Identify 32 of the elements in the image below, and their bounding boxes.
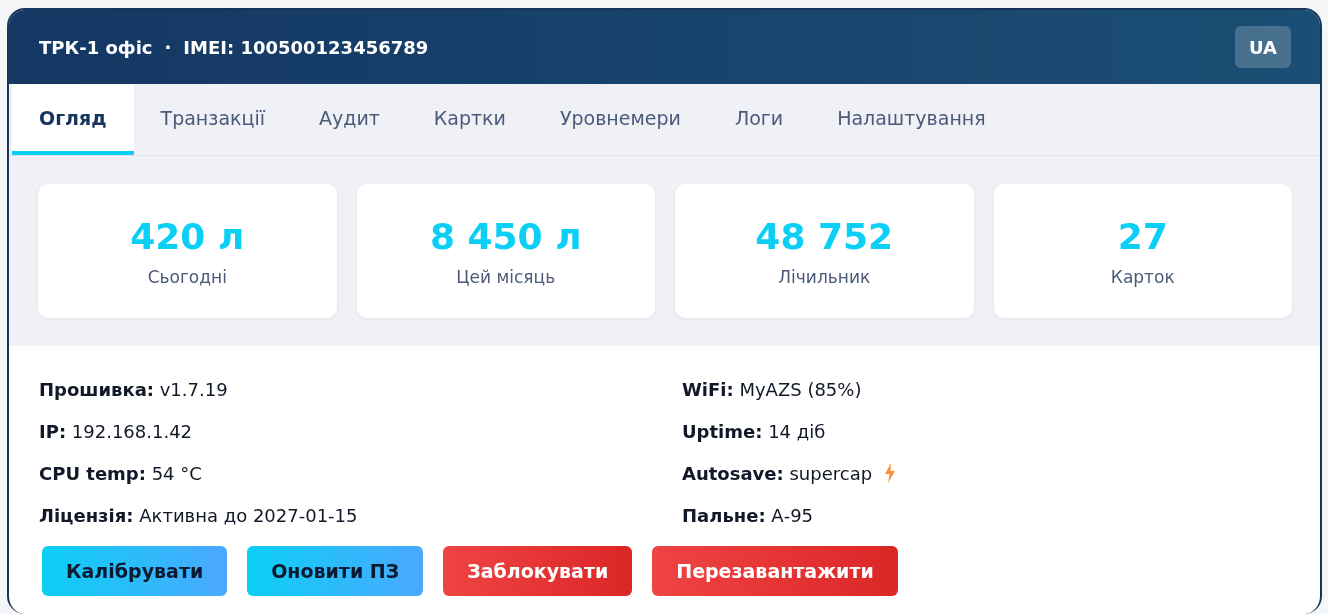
tab[interactable]: Аудит	[292, 84, 407, 155]
tab[interactable]: Транзакції	[133, 84, 292, 155]
stat-value: 8 450 л	[429, 215, 582, 257]
separator-dot: ·	[164, 36, 172, 58]
stat-label: Сьогодні	[147, 266, 227, 287]
lightning-icon	[884, 463, 897, 483]
info-line: Прошивка: v1.7.19	[39, 378, 228, 400]
info-line: CPU temp: 54 °C	[39, 462, 202, 484]
tab[interactable]: Огляд	[12, 84, 134, 155]
info-line: IP: 192.168.1.42	[39, 420, 193, 442]
tab[interactable]: Налаштування	[810, 84, 1013, 155]
stat-value: 420 л	[130, 215, 245, 257]
info-line: Autosave: supercap	[682, 462, 873, 484]
stat-value: 48 752	[755, 215, 894, 257]
stat-label: Цей місяць	[456, 266, 556, 287]
info-line: WiFi: MyAZS (85%)	[682, 378, 862, 400]
action-button[interactable]: Калібрувати	[42, 546, 228, 596]
language-button[interactable]: UA	[1235, 26, 1291, 68]
info-line: Ліцензія: Активна до 2027-01-15	[39, 504, 358, 526]
stat-label: Карток	[1110, 266, 1175, 287]
stat-label: Лічильник	[778, 266, 871, 287]
device-title: ТРК-1 офіс	[39, 36, 153, 58]
tab[interactable]: Картки	[406, 84, 533, 155]
action-button[interactable]: Оновити ПЗ	[247, 546, 424, 596]
info-line: Пальне: А-95	[682, 504, 814, 526]
stat-value: 27	[1117, 215, 1168, 257]
tab[interactable]: Логи	[707, 84, 811, 155]
action-button[interactable]: Заблокувати	[443, 546, 633, 596]
imei-text: IMEI: 100500123456789	[183, 36, 429, 58]
action-button[interactable]: Перезавантажити	[652, 546, 898, 596]
info-line: Uptime: 14 діб	[682, 420, 826, 442]
tab[interactable]: Уровнемери	[532, 84, 708, 155]
